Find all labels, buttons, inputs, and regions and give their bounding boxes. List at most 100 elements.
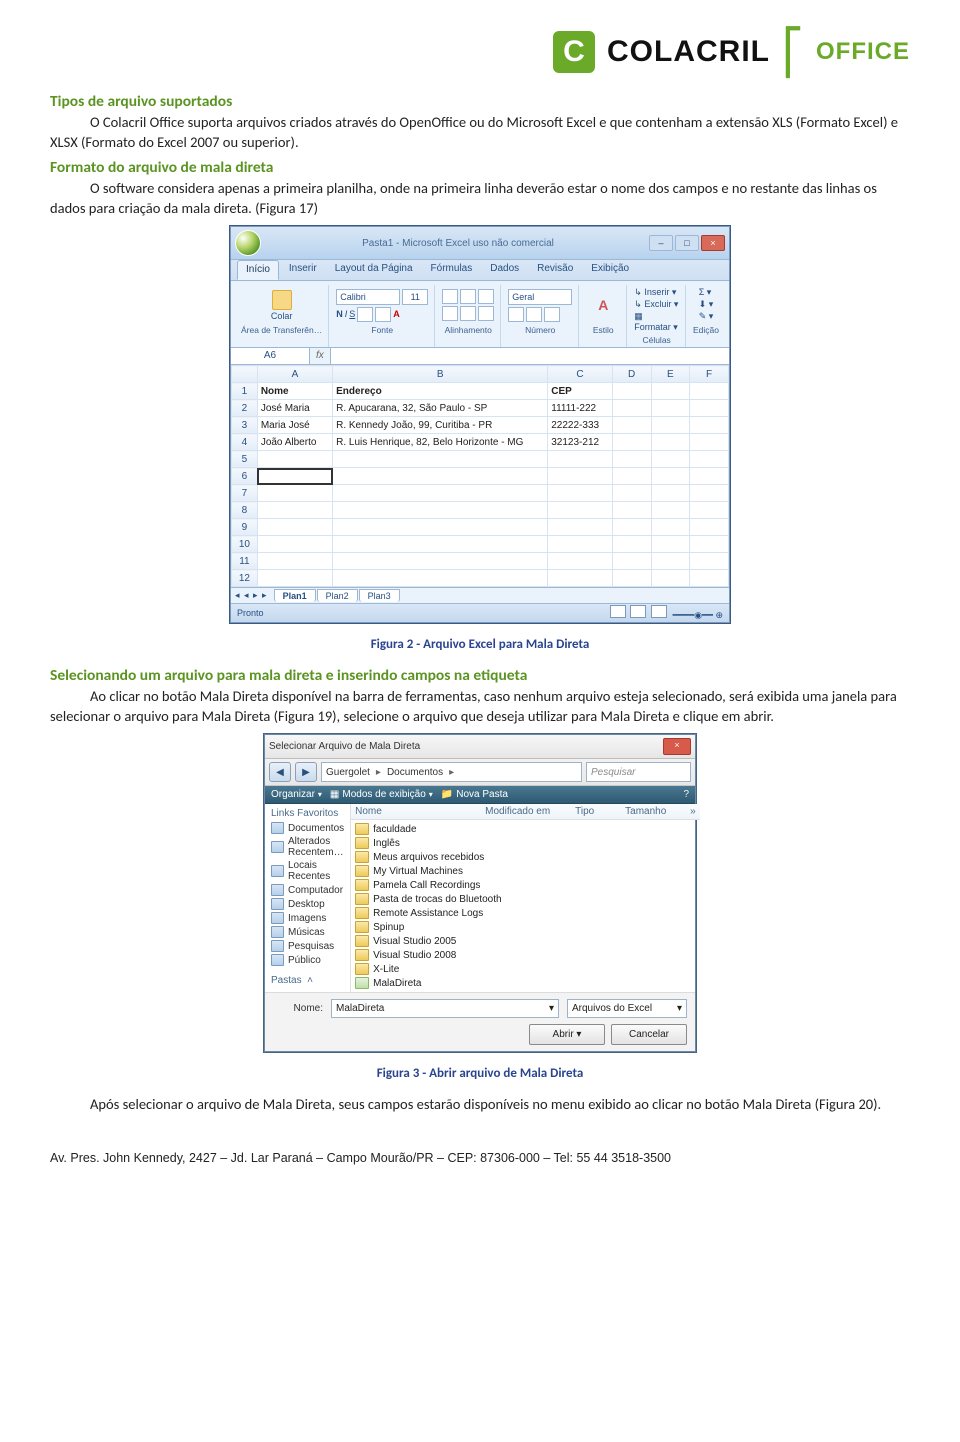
row-header[interactable]: 12	[232, 570, 258, 587]
file-type-select[interactable]: Arquivos do Excel▾	[567, 999, 687, 1018]
cell[interactable]	[548, 451, 613, 468]
cell[interactable]	[333, 570, 548, 587]
clear-button[interactable]: ✎ ▾	[699, 311, 714, 322]
list-item[interactable]: Visual Studio 2005	[355, 934, 696, 948]
view-break-icon[interactable]	[651, 605, 667, 618]
border-button[interactable]	[357, 307, 373, 322]
cell[interactable]: 32123-212	[548, 434, 613, 451]
cell[interactable]	[257, 502, 332, 519]
table-row[interactable]: 2José MariaR. Apucarana, 32, São Paulo -…	[232, 400, 729, 417]
cell[interactable]	[548, 570, 613, 587]
col-name[interactable]: Nome	[355, 806, 475, 817]
sidebar-header-folders[interactable]: Pastas ˄	[271, 975, 344, 986]
autosum-button[interactable]: Σ ▾	[699, 287, 712, 298]
view-layout-icon[interactable]	[630, 605, 646, 618]
row-header[interactable]: 4	[232, 434, 258, 451]
cell[interactable]	[548, 485, 613, 502]
table-row[interactable]: 3Maria JoséR. Kennedy João, 99, Curitiba…	[232, 417, 729, 434]
cell[interactable]	[690, 536, 729, 553]
breadcrumb-path[interactable]: Guergolet ▸ Documentos ▸	[321, 762, 582, 782]
cell[interactable]	[257, 570, 332, 587]
col-F[interactable]: F	[690, 366, 729, 383]
row-header[interactable]: 6	[232, 468, 258, 485]
sidebar-item[interactable]: Músicas	[271, 925, 344, 939]
sidebar-item[interactable]: Desktop	[271, 897, 344, 911]
office-orb-icon[interactable]	[235, 230, 261, 256]
fill-color-button[interactable]	[375, 307, 391, 322]
cell[interactable]	[612, 519, 651, 536]
cell[interactable]	[651, 383, 690, 400]
views-button[interactable]: ▦ Modos de exibição ▾	[330, 789, 433, 800]
underline-button[interactable]: S	[349, 309, 355, 319]
cell[interactable]: R. Apucarana, 32, São Paulo - SP	[333, 400, 548, 417]
fill-button[interactable]: ⬇ ▾	[699, 299, 714, 310]
cell[interactable]	[690, 485, 729, 502]
list-item[interactable]: Visual Studio 2008	[355, 948, 696, 962]
list-item[interactable]: Pasta de trocas do Bluetooth	[355, 892, 696, 906]
cell[interactable]	[257, 553, 332, 570]
col-E[interactable]: E	[651, 366, 690, 383]
cell[interactable]	[651, 536, 690, 553]
cell[interactable]	[333, 485, 548, 502]
sheet-tab-1[interactable]: Plan1	[274, 589, 316, 602]
cell[interactable]	[651, 502, 690, 519]
cell[interactable]	[612, 451, 651, 468]
sidebar-item[interactable]: Computador	[271, 883, 344, 897]
spreadsheet-grid[interactable]: A B C D E F 1NomeEndereçoCEP2José MariaR…	[231, 365, 729, 587]
cell[interactable]	[690, 553, 729, 570]
col-type[interactable]: Tipo	[575, 806, 615, 817]
cell[interactable]	[690, 468, 729, 485]
dialog-close-button[interactable]: ×	[663, 738, 691, 755]
cell[interactable]	[257, 451, 332, 468]
number-format-select[interactable]: Geral	[508, 289, 572, 305]
list-item[interactable]: faculdade	[355, 822, 696, 836]
cell[interactable]	[651, 519, 690, 536]
align-center-button[interactable]	[460, 306, 476, 321]
table-row[interactable]: 8	[232, 502, 729, 519]
sidebar-item[interactable]: Público	[271, 953, 344, 967]
cell[interactable]	[690, 383, 729, 400]
list-item[interactable]: Remote Assistance Logs	[355, 906, 696, 920]
tab-revisao[interactable]: Revisão	[529, 260, 581, 280]
cell[interactable]: 11111-222	[548, 400, 613, 417]
tab-inserir[interactable]: Inserir	[281, 260, 325, 280]
cell[interactable]	[651, 553, 690, 570]
tab-exibicao[interactable]: Exibição	[583, 260, 637, 280]
row-header[interactable]: 3	[232, 417, 258, 434]
list-item[interactable]: Pamela Call Recordings	[355, 878, 696, 892]
table-row[interactable]: 4João AlbertoR. Luis Henrique, 82, Belo …	[232, 434, 729, 451]
col-C[interactable]: C	[548, 366, 613, 383]
styles-button[interactable]: A	[586, 297, 620, 313]
col-modified[interactable]: Modificado em	[485, 806, 565, 817]
table-row[interactable]: 11	[232, 553, 729, 570]
nav-back-button[interactable]: ◀	[269, 762, 291, 782]
maximize-button[interactable]: □	[675, 235, 699, 251]
cell[interactable]	[612, 502, 651, 519]
align-top-button[interactable]	[442, 289, 458, 304]
cell[interactable]	[257, 468, 332, 485]
col-A[interactable]: A	[257, 366, 332, 383]
cell[interactable]	[548, 536, 613, 553]
sheet-nav-icons[interactable]: ◂ ◂ ▸ ▸	[235, 590, 274, 601]
cell[interactable]	[612, 570, 651, 587]
align-right-button[interactable]	[478, 306, 494, 321]
cell[interactable]	[333, 451, 548, 468]
sidebar-item[interactable]: Imagens	[271, 911, 344, 925]
table-row[interactable]: 6	[232, 468, 729, 485]
col-size[interactable]: Tamanho	[625, 806, 680, 817]
cell[interactable]	[333, 536, 548, 553]
list-item[interactable]: Meus arquivos recebidos	[355, 850, 696, 864]
table-row[interactable]: 1NomeEndereçoCEP	[232, 383, 729, 400]
cell[interactable]	[333, 519, 548, 536]
percent-button[interactable]	[526, 307, 542, 322]
cell[interactable]	[257, 485, 332, 502]
view-controls[interactable]: ━━━━◉━━ ⊕	[609, 605, 723, 621]
row-header[interactable]: 11	[232, 553, 258, 570]
align-left-button[interactable]	[442, 306, 458, 321]
cell[interactable]	[612, 468, 651, 485]
cell[interactable]	[651, 434, 690, 451]
list-item[interactable]: My Virtual Machines	[355, 864, 696, 878]
paste-button[interactable]: Colar	[265, 290, 299, 321]
cell[interactable]	[612, 417, 651, 434]
cell[interactable]	[651, 400, 690, 417]
